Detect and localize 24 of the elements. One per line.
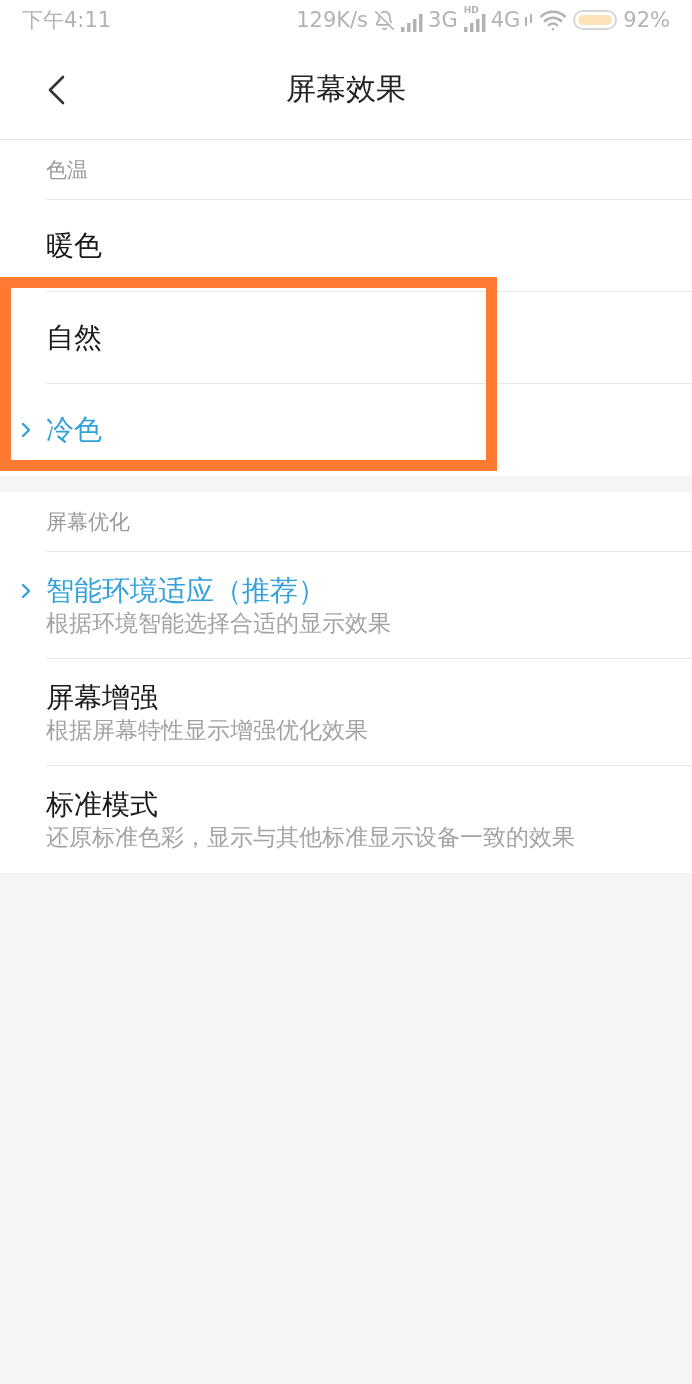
hd-label: HD <box>463 6 479 15</box>
network-type: 3G <box>428 8 458 32</box>
battery-icon <box>573 10 618 30</box>
status-time: 下午4:11 <box>22 8 112 32</box>
section-title: 屏幕优化 <box>46 508 130 536</box>
bell-off-icon <box>374 9 396 31</box>
chevron-right-icon <box>21 422 31 438</box>
signal-icon <box>463 14 486 32</box>
page-title: 屏幕效果 <box>286 70 406 108</box>
option-label[interactable]: 自然 <box>46 320 692 355</box>
back-icon <box>47 74 65 105</box>
section-title: 色温 <box>46 156 88 184</box>
network-type: 4G <box>490 8 521 32</box>
option-description: 还原标准色彩，显示与其他标准显示设备一致的效果 <box>46 823 576 852</box>
data-activity-icon <box>525 14 534 26</box>
option-label[interactable]: 暖色 <box>46 228 692 263</box>
network-speed: 129K/s <box>296 8 369 32</box>
option-label[interactable]: 屏幕增强 <box>46 681 692 715</box>
signal-icon <box>401 14 424 32</box>
option-description: 根据环境智能选择合适的显示效果 <box>46 609 392 638</box>
battery-percent: 92% <box>623 8 670 32</box>
option-description: 根据屏幕特性显示增强优化效果 <box>46 716 369 745</box>
option-label[interactable]: 标准模式 <box>46 788 692 822</box>
chevron-right-icon <box>21 583 31 599</box>
